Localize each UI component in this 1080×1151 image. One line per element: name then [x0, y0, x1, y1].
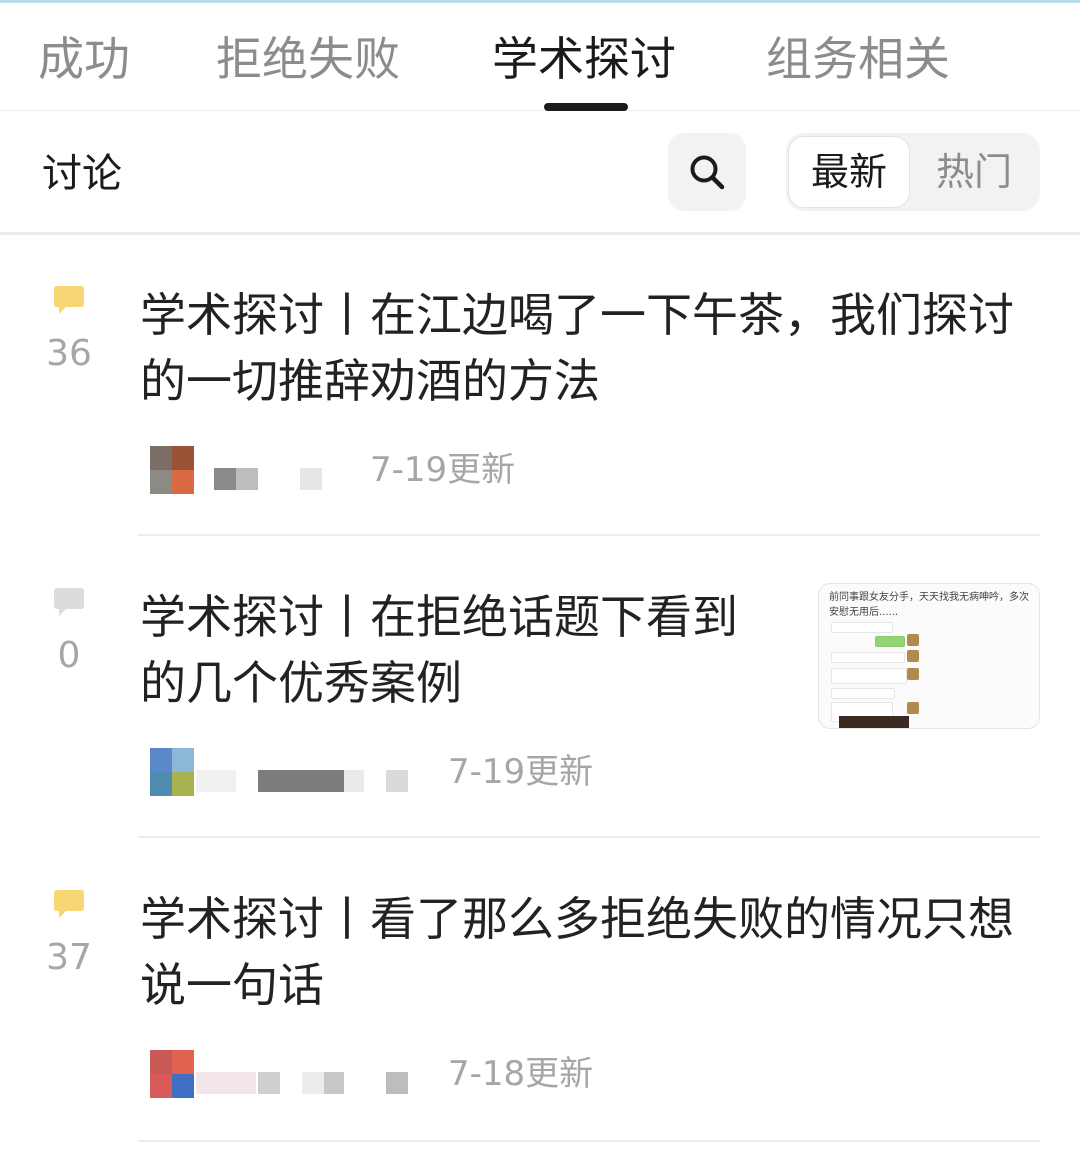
sort-latest-button[interactable]: 最新	[789, 137, 909, 207]
avatar[interactable]	[150, 748, 194, 796]
discussion-label: 讨论	[42, 151, 122, 197]
search-icon	[690, 155, 725, 190]
search-button[interactable]	[668, 133, 746, 211]
category-tabs: 成功 拒绝失败 学术探讨 组务相关	[0, 3, 1080, 111]
tab-academic-discussion[interactable]: 学术探讨	[492, 29, 676, 89]
post-title[interactable]: 学术探讨丨在江边喝了一下午茶，我们探讨的一切推辞劝酒的方法	[140, 282, 1020, 414]
chat-bubble	[831, 688, 895, 699]
post-item[interactable]: 36 学术探讨丨在江边喝了一下午茶，我们探讨的一切推辞劝酒的方法 7-19更新	[0, 238, 1080, 540]
chat-avatar	[907, 668, 919, 680]
post-date: 7-18更新	[448, 1054, 594, 1094]
chat-avatar	[907, 634, 919, 646]
chat-bubble	[875, 636, 905, 647]
comment-count: 36	[46, 333, 92, 374]
chat-bubble	[831, 668, 907, 684]
divider	[138, 534, 1040, 536]
tab-group-affairs[interactable]: 组务相关	[766, 29, 950, 89]
divider	[138, 1140, 1040, 1142]
chat-avatar	[907, 650, 919, 662]
active-tab-indicator	[544, 103, 628, 111]
post-item[interactable]: 37 学术探讨丨看了那么多拒绝失败的情况只想说一句话 7-18更新	[0, 842, 1080, 1144]
post-title[interactable]: 学术探讨丨看了那么多拒绝失败的情况只想说一句话	[140, 886, 1020, 1018]
comment-bubble-icon	[54, 588, 84, 616]
comment-bubble-icon	[54, 286, 84, 314]
post-date: 7-19更新	[448, 752, 594, 792]
tab-success[interactable]: 成功	[38, 29, 130, 89]
filter-bar: 讨论 最新 热门	[0, 111, 1080, 235]
post-date: 7-19更新	[370, 450, 516, 490]
tab-rejection-failure[interactable]: 拒绝失败	[216, 29, 400, 89]
comment-count: 37	[46, 937, 92, 978]
sort-toggle: 最新 热门	[786, 133, 1040, 211]
post-thumbnail[interactable]: 前同事跟女友分手，天天找我无病呻吟，多次安慰无用后......	[818, 583, 1040, 729]
sort-hot-button[interactable]: 热门	[914, 137, 1034, 207]
author-name-blurred	[196, 1072, 412, 1094]
post-title[interactable]: 学术探讨丨在拒绝话题下看到的几个优秀案例	[140, 584, 780, 716]
comment-bubble-icon	[54, 890, 84, 918]
chat-avatar	[907, 702, 919, 714]
chat-bubble	[831, 622, 893, 633]
chat-bubble	[831, 652, 905, 663]
avatar[interactable]	[150, 1050, 194, 1098]
divider	[138, 836, 1040, 838]
author-name-blurred	[196, 770, 412, 792]
thumbnail-text: 前同事跟女友分手，天天找我无病呻吟，多次安慰无用后......	[829, 592, 1029, 618]
post-item[interactable]: 0 学术探讨丨在拒绝话题下看到的几个优秀案例 前同事跟女友分手，天天找我无病呻吟…	[0, 540, 1080, 842]
avatar[interactable]	[150, 446, 194, 494]
comment-count: 0	[57, 635, 81, 676]
author-name-blurred	[214, 468, 324, 490]
thumbnail-image-strip	[839, 716, 909, 728]
